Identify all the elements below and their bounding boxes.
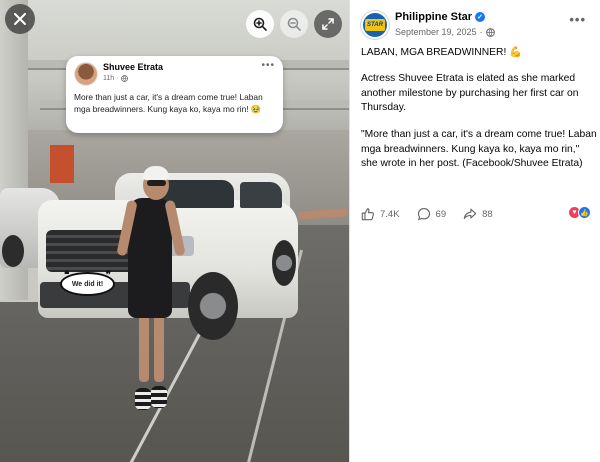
photo-truck-front-wheel	[188, 272, 238, 340]
photo-truck-side-window	[240, 182, 282, 208]
page-logo-text: STAR	[365, 19, 385, 31]
photo-person-leg	[139, 312, 149, 382]
thumbs-up-icon	[361, 208, 374, 221]
photo-person-leg	[154, 312, 164, 382]
sticker-text: We did it!	[71, 280, 104, 288]
page-name-row: Philippine Star ✓	[395, 11, 486, 23]
zoom-out-button[interactable]	[280, 10, 308, 38]
close-button[interactable]	[5, 4, 35, 34]
post-title: LABAN, MGA BREADWINNER! 💪	[361, 47, 523, 58]
post-panel: STAR Philippine Star ✓ September 19, 202…	[349, 0, 600, 462]
share-count: 88	[482, 208, 493, 220]
like-reaction-icon: 👍	[578, 206, 591, 219]
comment-icon	[417, 208, 430, 221]
comment-count: 69	[435, 208, 447, 220]
post-paragraph: "More than just a car, it's a dream come…	[361, 129, 597, 169]
photo-truck-rear-wheel	[272, 240, 296, 286]
overlay-post-card: Shuvee Etrata 11h · ••• More than just a…	[66, 56, 283, 133]
overlay-author-name: Shuvee Etrata	[103, 62, 164, 72]
fullscreen-button[interactable]	[314, 10, 342, 38]
overlay-more-icon: •••	[261, 60, 275, 71]
zoom-out-icon	[287, 17, 301, 31]
photo-person-sandal	[151, 386, 167, 408]
overlay-post-text: More than just a car, it's a dream come …	[74, 92, 263, 114]
quote-icon: ❝	[64, 270, 70, 281]
zoom-in-icon	[253, 17, 267, 31]
like-count: 7.4K	[380, 208, 400, 220]
fullscreen-icon	[322, 18, 334, 30]
photo-person-sunglasses	[147, 180, 166, 186]
zoom-in-button[interactable]	[246, 10, 274, 38]
globe-icon	[120, 75, 128, 82]
photo-car-left-wheel	[2, 235, 24, 267]
post-photo[interactable]: ❝ We did it! ❞ Shuvee Etrata 11h · ••• M…	[0, 0, 349, 462]
speech-bubble-sticker: ❝ We did it! ❞	[60, 270, 115, 296]
photo-person-cap	[143, 166, 169, 180]
overlay-post-meta: 11h ·	[103, 75, 128, 82]
globe-icon	[485, 27, 495, 37]
post-meta: September 19, 2025 ·	[395, 27, 495, 37]
post-date[interactable]: September 19, 2025	[395, 27, 477, 37]
page-name[interactable]: Philippine Star	[395, 11, 472, 23]
comment-button[interactable]: 69	[417, 207, 447, 221]
photo-person-sandal	[135, 388, 151, 410]
author-avatar	[74, 62, 98, 86]
share-button[interactable]: 88	[463, 207, 493, 221]
photo-door	[50, 145, 74, 183]
photo-viewer: ❝ We did it! ❞ Shuvee Etrata 11h · ••• M…	[0, 0, 349, 462]
post-actions: 7.4K 69 88	[361, 206, 510, 222]
overlay-post-time: 11h	[103, 75, 115, 82]
reactions-summary[interactable]: ♥ 👍	[568, 206, 591, 219]
share-icon	[463, 208, 477, 219]
page-avatar[interactable]: STAR	[361, 11, 389, 39]
quote-icon: ❞	[105, 270, 111, 281]
verified-badge-icon: ✓	[475, 12, 486, 22]
close-icon	[14, 13, 26, 25]
more-options-button[interactable]: •••	[569, 12, 586, 27]
like-button[interactable]: 7.4K	[361, 207, 400, 221]
post-paragraph: Actress Shuvee Etrata is elated as she m…	[361, 73, 579, 113]
